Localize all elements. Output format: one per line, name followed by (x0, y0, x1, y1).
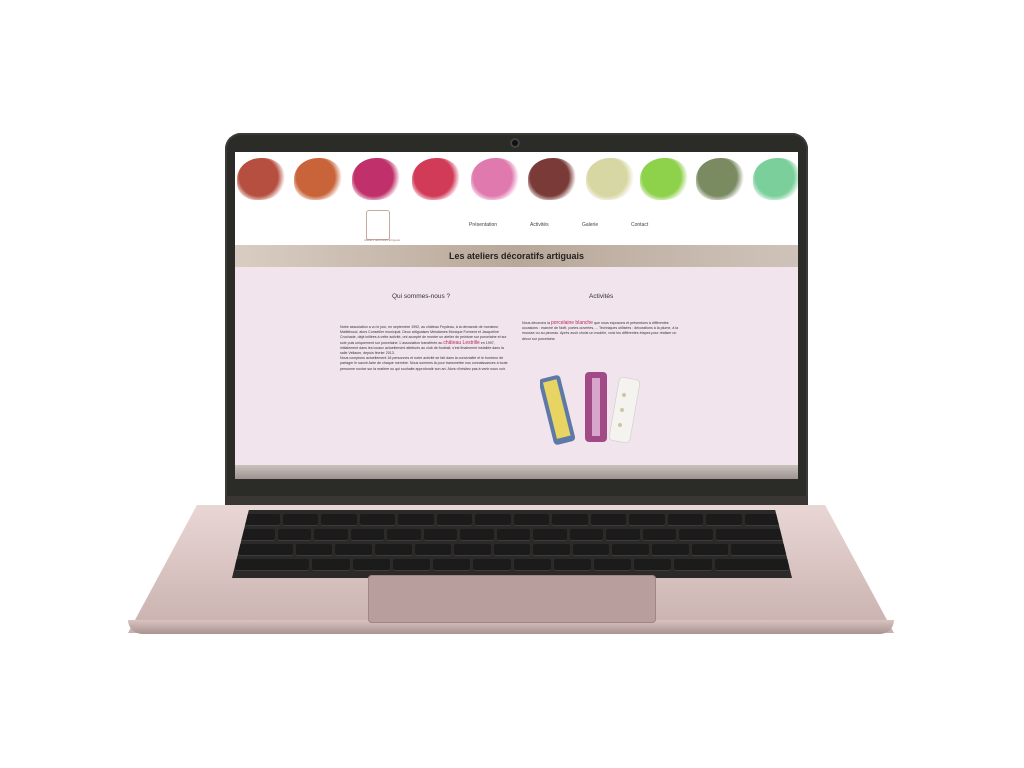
pigment-swatch (696, 158, 744, 200)
pigment-swatch (237, 158, 285, 200)
right-column-text: Nous décorons la porcelaine blanche que … (522, 320, 682, 342)
site-logo-icon[interactable] (366, 210, 390, 240)
left-column-heading: Qui sommes-nous ? (392, 293, 451, 300)
key-row (241, 529, 783, 541)
site-navbar (235, 202, 798, 246)
chateau-lestrille-link[interactable]: château Lestrille (443, 340, 479, 346)
pigment-swatch (471, 158, 519, 200)
key-row (235, 559, 790, 571)
porcelain-products-image (540, 372, 641, 445)
pigment-swatch (352, 158, 400, 200)
page-title: Les ateliers décoratifs artiguais (448, 251, 585, 261)
vase-yellow-pattern (540, 375, 576, 445)
laptop-screen: Ateliers décoratifs artiguais Présentati… (235, 152, 798, 479)
logo-text: Ateliers décoratifs artiguais (364, 238, 401, 242)
nav-activites[interactable]: Activités (530, 222, 549, 228)
key-row (238, 544, 787, 556)
laptop-mockup: Ateliers décoratifs artiguais Présentati… (0, 0, 1024, 768)
webcam (510, 138, 520, 148)
pigment-banner (235, 152, 798, 202)
trackpad (368, 575, 656, 623)
pigment-swatch (528, 158, 576, 200)
left-paragraph-2: Nous comptons actuellement 18 personnes … (340, 356, 508, 371)
footer-bar (235, 465, 798, 479)
pigment-swatch (294, 158, 342, 200)
pigment-swatch (753, 158, 798, 200)
right-column-heading: Activités (589, 293, 614, 300)
left-column-text: Notre association a vu le jour, en septe… (340, 325, 510, 372)
key-row (244, 514, 780, 526)
porcelaine-blanche-link[interactable]: porcelaine blanche (551, 320, 593, 326)
keyboard (232, 510, 792, 578)
nav-galerie[interactable]: Galerie (582, 222, 598, 228)
pigment-swatch (586, 158, 634, 200)
pigment-swatch (412, 158, 460, 200)
vase-white-dotted (608, 377, 641, 444)
nav-presentation[interactable]: Présentation (469, 222, 497, 228)
vase-pink-floral (585, 372, 607, 442)
right-intro: Nous décorons la (522, 321, 550, 325)
pigment-swatch (640, 158, 688, 200)
nav-contact[interactable]: Contact (631, 222, 648, 228)
